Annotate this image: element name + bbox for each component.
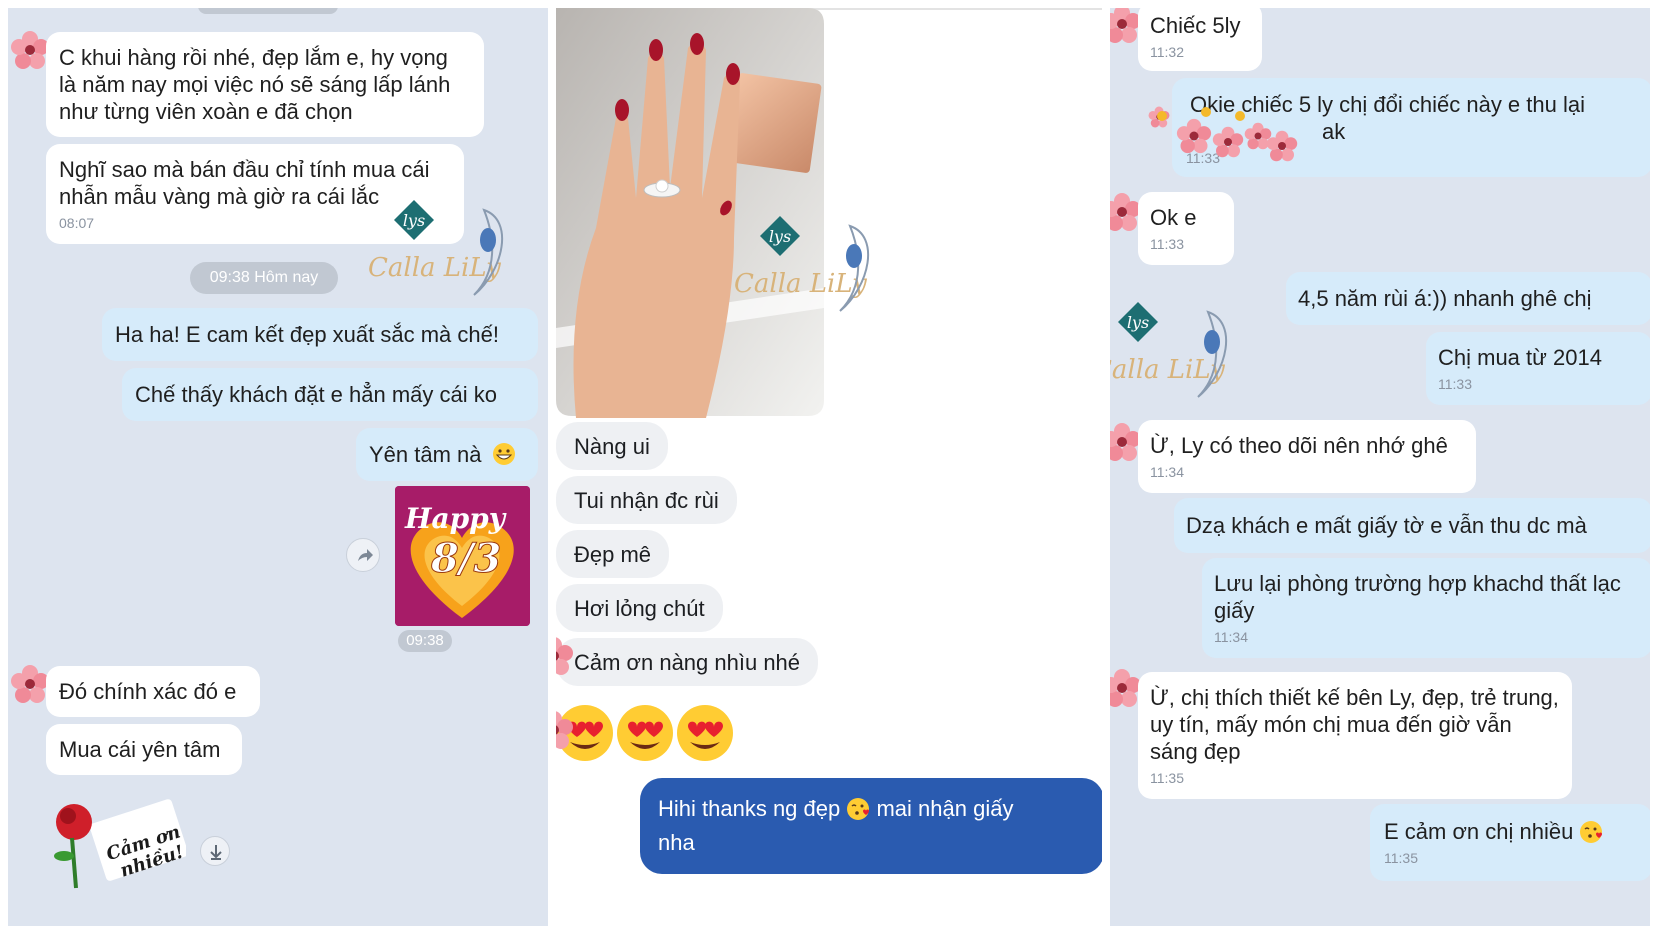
message-text: Ha ha! E cam kết đẹp xuất sắc mà chế! xyxy=(115,322,499,347)
message-time: 11:32 xyxy=(1150,44,1184,60)
message-text: Lưu lại phòng trường hợp khachd thất lạc… xyxy=(1214,571,1621,623)
message-incoming[interactable]: Đẹp mê xyxy=(556,530,670,578)
calla-lily-watermark: Calla LiLy xyxy=(734,216,870,312)
svg-text:Calla LiLy: Calla LiLy xyxy=(368,253,501,283)
share-icon xyxy=(358,549,373,561)
message-outgoing[interactable]: Chị mua từ 2014 11:33 xyxy=(1426,332,1650,405)
message-text: Chế thấy khách đặt e hẳn mấy cái ko xyxy=(135,382,497,407)
message-text: Ừ, chị thích thiết kế bên Ly, đẹp, trẻ t… xyxy=(1150,685,1559,764)
share-button[interactable] xyxy=(346,538,380,572)
svg-text:Calla LiLy: Calla LiLy xyxy=(1110,355,1225,385)
message-text: mai nhận giấy xyxy=(870,796,1014,821)
message-outgoing[interactable]: 4,5 năm rùi á:)) nhanh ghê chị xyxy=(1286,272,1650,325)
message-time: 11:33 xyxy=(1438,376,1472,392)
message-text: C khui hàng rồi nhé, đẹp lắm e, hy vọng … xyxy=(59,45,451,124)
chat-panel-left: C khui hàng rồi nhé, đẹp lắm e, hy vọng … xyxy=(8,8,548,926)
calla-lily-watermark: Calla LiLy xyxy=(368,200,504,296)
message-time: 11:34 xyxy=(1150,464,1184,480)
message-text: 4,5 năm rùi á:)) nhanh ghê chị xyxy=(1298,286,1592,311)
message-text: Nàng ui xyxy=(574,434,650,459)
message-text: E cảm ơn chị nhiều xyxy=(1384,819,1574,844)
date-divider: 09:38 Hôm nay xyxy=(190,262,338,294)
message-incoming[interactable]: Ok e 11:33 xyxy=(1138,192,1234,265)
svg-text:Calla LiLy: Calla LiLy xyxy=(734,269,867,299)
flower-avatar-icon[interactable] xyxy=(556,710,574,750)
download-button[interactable] xyxy=(200,836,230,866)
message-outgoing[interactable]: Yên tâm nà xyxy=(356,428,538,481)
flower-avatar-icon[interactable] xyxy=(10,30,50,70)
divider-fragment xyxy=(198,8,338,14)
flower-avatar-icon[interactable] xyxy=(556,636,574,676)
heart-eyes-emoji-icon xyxy=(677,705,733,761)
message-outgoing[interactable]: E cảm ơn chị nhiều 11:35 xyxy=(1370,804,1650,881)
message-time: 11:34 xyxy=(1214,629,1248,645)
message-text: Hơi lỏng chút xyxy=(574,596,705,621)
message-incoming[interactable]: Ừ, Ly có theo dõi nên nhớ ghê 11:34 xyxy=(1138,420,1476,493)
message-incoming[interactable]: Tui nhận đc rùi xyxy=(556,476,737,524)
message-time: 11:35 xyxy=(1150,770,1184,786)
message-text: Chị mua từ 2014 xyxy=(1438,345,1602,370)
message-text: Tui nhận đc rùi xyxy=(574,488,719,513)
sticker-time: 09:38 xyxy=(398,630,452,652)
heart-eyes-emoji-icon xyxy=(617,705,673,761)
happy-8-3-sticker[interactable]: Happy 8/3 xyxy=(395,486,530,626)
message-incoming[interactable]: Cảm ơn nàng nhìu nhé xyxy=(556,638,819,686)
message-outgoing[interactable]: Dzạ khách e mất giấy tờ e vẫn thu dc mà xyxy=(1174,498,1650,553)
message-time: 11:35 xyxy=(1384,850,1418,866)
message-text: Cảm ơn nàng nhìu nhé xyxy=(574,650,801,675)
heart-sticker-art: Happy 8/3 xyxy=(395,486,530,626)
message-outgoing[interactable]: Lưu lại phòng trường hợp khachd thất lạc… xyxy=(1202,558,1650,658)
message-text: Yên tâm nà xyxy=(369,442,482,467)
message-text: Chiếc 5ly xyxy=(1150,13,1241,38)
message-outgoing[interactable]: Hihi thanks ng đẹp mai nhận giấy nha xyxy=(640,778,1102,874)
message-text: Dzạ khách e mất giấy tờ e vẫn thu dc mà xyxy=(1186,513,1587,538)
flower-sticker-icon xyxy=(1148,106,1298,162)
message-incoming[interactable]: Đó chính xác đó e xyxy=(46,666,260,717)
calla-lily-watermark: Calla LiLy xyxy=(1110,302,1228,398)
message-text: Đó chính xác đó e xyxy=(59,679,237,704)
message-text: Mua cái yên tâm xyxy=(59,737,221,762)
message-text: Hihi thanks ng đẹp xyxy=(658,796,841,821)
message-text: nha xyxy=(658,830,695,855)
message-outgoing[interactable]: Chế thấy khách đặt e hẳn mấy cái ko xyxy=(122,368,538,421)
message-incoming[interactable]: Chiếc 5ly 11:32 xyxy=(1138,8,1262,71)
flower-avatar-icon[interactable] xyxy=(10,664,50,704)
kiss-emoji-icon xyxy=(847,798,870,820)
message-text: Đẹp mê xyxy=(574,542,652,567)
message-outgoing[interactable]: Ha ha! E cam kết đẹp xuất sắc mà chế! xyxy=(102,308,538,361)
kiss-emoji-icon xyxy=(1580,821,1603,843)
message-incoming[interactable]: Nàng ui xyxy=(556,422,668,470)
message-incoming[interactable]: Hơi lỏng chút xyxy=(556,584,723,632)
grin-emoji-icon xyxy=(492,443,515,465)
message-text: Ừ, Ly có theo dõi nên nhớ ghê xyxy=(1150,433,1448,458)
chat-panel-middle: Calla LiLy Nàng ui Tui nhận đc rùi Đẹp m… xyxy=(556,8,1102,926)
message-time: 11:33 xyxy=(1150,236,1184,252)
message-text: Ok e xyxy=(1150,205,1197,230)
svg-text:Happy: Happy xyxy=(404,502,507,535)
message-incoming[interactable]: Ừ, chị thích thiết kế bên Ly, đẹp, trẻ t… xyxy=(1138,672,1572,799)
chat-panel-right: Chiếc 5ly 11:32 Okie chiếc 5 ly chị đổi … xyxy=(1110,8,1650,926)
message-incoming[interactable]: C khui hàng rồi nhé, đẹp lắm e, hy vọng … xyxy=(46,32,484,137)
photo-ring-on-hand[interactable] xyxy=(556,8,826,418)
rose-thank-you-sticker[interactable]: Cảm ơn nhiều! xyxy=(46,792,186,892)
message-incoming[interactable]: Mua cái yên tâm xyxy=(46,724,242,775)
svg-text:8/3: 8/3 xyxy=(430,535,501,582)
download-icon xyxy=(210,845,222,860)
